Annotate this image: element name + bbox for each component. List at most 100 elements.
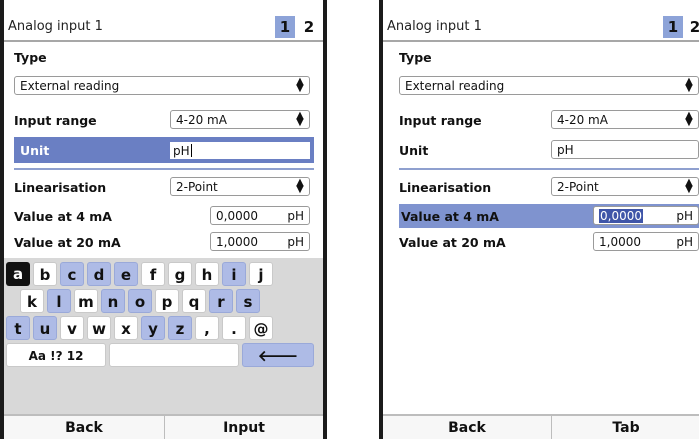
key-p[interactable]: p — [155, 289, 179, 313]
key-i[interactable]: i — [222, 262, 246, 286]
text-cursor — [190, 144, 192, 157]
key-w[interactable]: w — [87, 316, 111, 340]
right-screen: Analog input 1 1 2 Type External reading… — [383, 0, 699, 439]
key-u[interactable]: u — [33, 316, 57, 340]
key-j[interactable]: j — [249, 262, 273, 286]
key-b[interactable]: b — [33, 262, 57, 286]
key-h[interactable]: h — [195, 262, 219, 286]
key-comma[interactable]: , — [195, 316, 219, 340]
right-value20-label: Value at 20 mA — [399, 235, 506, 250]
key-s[interactable]: s — [236, 289, 260, 313]
left-type-value: External reading — [20, 79, 120, 93]
right-value4-input[interactable]: 0,0000 pH — [593, 206, 699, 225]
right-value4-unit: pH — [676, 209, 693, 223]
key-q[interactable]: q — [182, 289, 206, 313]
left-linearisation-select[interactable]: 2-Point ▲ ▼ — [170, 177, 310, 196]
right-value4-value: 0,0000 — [599, 209, 643, 223]
key-at[interactable]: @ — [249, 316, 273, 340]
left-back-button[interactable]: Back — [4, 416, 164, 439]
right-device: Analog input 1 1 2 Type External reading… — [379, 0, 699, 439]
left-tab-2[interactable]: 2 — [299, 16, 319, 38]
key-x[interactable]: x — [114, 316, 138, 340]
right-type-value: External reading — [405, 79, 505, 93]
left-value4-value: 0,0000 — [216, 209, 258, 223]
left-value4-input[interactable]: 0,0000 pH — [210, 206, 310, 225]
left-tab-1[interactable]: 1 — [275, 16, 295, 38]
key-e[interactable]: e — [114, 262, 138, 286]
on-screen-keyboard: a b c d e f g h i j k l m n o p q r s t … — [4, 258, 323, 414]
right-type-select[interactable]: External reading ▲ ▼ — [399, 76, 699, 95]
right-tab-button[interactable]: Tab — [552, 416, 699, 439]
right-page-title: Analog input 1 — [387, 19, 482, 34]
left-linearisation-value: 2-Point — [176, 180, 218, 194]
left-softkey-bar: Back Input — [4, 414, 323, 439]
left-value20-value: 1,0000 — [216, 235, 258, 249]
right-linearisation-label: Linearisation — [399, 180, 492, 195]
key-backspace[interactable]: 🡐 — [242, 343, 314, 367]
key-f[interactable]: f — [141, 262, 165, 286]
right-softkey-bar: Back Tab — [383, 414, 699, 439]
key-mode-switch[interactable]: Aa !? 12 — [6, 343, 106, 367]
left-separator — [14, 168, 314, 170]
right-tab-1[interactable]: 1 — [663, 16, 683, 38]
key-z[interactable]: z — [168, 316, 192, 340]
up-down-arrows-icon: ▲ ▼ — [296, 177, 304, 195]
right-title-bar: Analog input 1 1 2 — [383, 14, 699, 42]
right-value20-value: 1,0000 — [599, 235, 641, 249]
left-type-select[interactable]: External reading ▲ ▼ — [14, 76, 310, 95]
left-unit-input-text: pH — [173, 144, 192, 158]
key-c[interactable]: c — [60, 262, 84, 286]
left-value20-unit: pH — [287, 235, 304, 249]
left-bezel-right — [323, 0, 327, 439]
left-type-label: Type — [14, 50, 47, 65]
key-space[interactable] — [109, 343, 239, 367]
key-d[interactable]: d — [87, 262, 111, 286]
left-input-range-value: 4-20 mA — [176, 113, 227, 127]
left-input-range-select[interactable]: 4-20 mA ▲ ▼ — [170, 110, 310, 129]
left-device: Analog input 1 1 2 Type External reading… — [0, 0, 327, 439]
key-a[interactable]: a — [6, 262, 30, 286]
up-down-arrows-icon: ▲ ▼ — [296, 76, 304, 94]
right-unit-input[interactable]: pH — [551, 140, 699, 159]
key-l[interactable]: l — [47, 289, 71, 313]
key-o[interactable]: o — [128, 289, 152, 313]
key-k[interactable]: k — [20, 289, 44, 313]
right-type-label: Type — [399, 50, 432, 65]
key-n[interactable]: n — [101, 289, 125, 313]
right-linearisation-select[interactable]: 2-Point ▲ ▼ — [551, 177, 699, 196]
left-input-button[interactable]: Input — [165, 416, 323, 439]
up-down-arrows-icon: ▲ ▼ — [685, 177, 693, 195]
right-separator — [399, 168, 699, 170]
right-input-range-value: 4-20 mA — [557, 113, 608, 127]
left-unit-value: pH — [173, 144, 190, 158]
left-title-bar: Analog input 1 1 2 — [4, 14, 323, 42]
right-input-range-select[interactable]: 4-20 mA ▲ ▼ — [551, 110, 699, 129]
left-screen: Analog input 1 1 2 Type External reading… — [4, 0, 323, 439]
left-value4-unit: pH — [287, 209, 304, 223]
left-input-range-label: Input range — [14, 113, 97, 128]
right-value4-label: Value at 4 mA — [401, 209, 499, 224]
right-value20-input[interactable]: 1,0000 pH — [593, 232, 699, 251]
key-y[interactable]: y — [141, 316, 165, 340]
up-down-arrows-icon: ▲ ▼ — [296, 110, 304, 128]
right-unit-value: pH — [557, 143, 574, 157]
right-tab-2[interactable]: 2 — [685, 16, 699, 38]
right-linearisation-value: 2-Point — [557, 180, 599, 194]
key-v[interactable]: v — [60, 316, 84, 340]
left-linearisation-label: Linearisation — [14, 180, 107, 195]
left-unit-input[interactable]: pH — [168, 140, 312, 161]
left-value20-input[interactable]: 1,0000 pH — [210, 232, 310, 251]
right-input-range-label: Input range — [399, 113, 482, 128]
right-unit-label: Unit — [399, 143, 429, 158]
backspace-arrow-icon: 🡐 — [257, 347, 299, 365]
key-m[interactable]: m — [74, 289, 98, 313]
right-back-button[interactable]: Back — [383, 416, 551, 439]
up-down-arrows-icon: ▲ ▼ — [685, 76, 693, 94]
key-g[interactable]: g — [168, 262, 192, 286]
left-value4-label: Value at 4 mA — [14, 209, 112, 224]
up-down-arrows-icon: ▲ ▼ — [685, 110, 693, 128]
key-r[interactable]: r — [209, 289, 233, 313]
key-t[interactable]: t — [6, 316, 30, 340]
left-unit-label: Unit — [20, 143, 50, 158]
key-period[interactable]: . — [222, 316, 246, 340]
